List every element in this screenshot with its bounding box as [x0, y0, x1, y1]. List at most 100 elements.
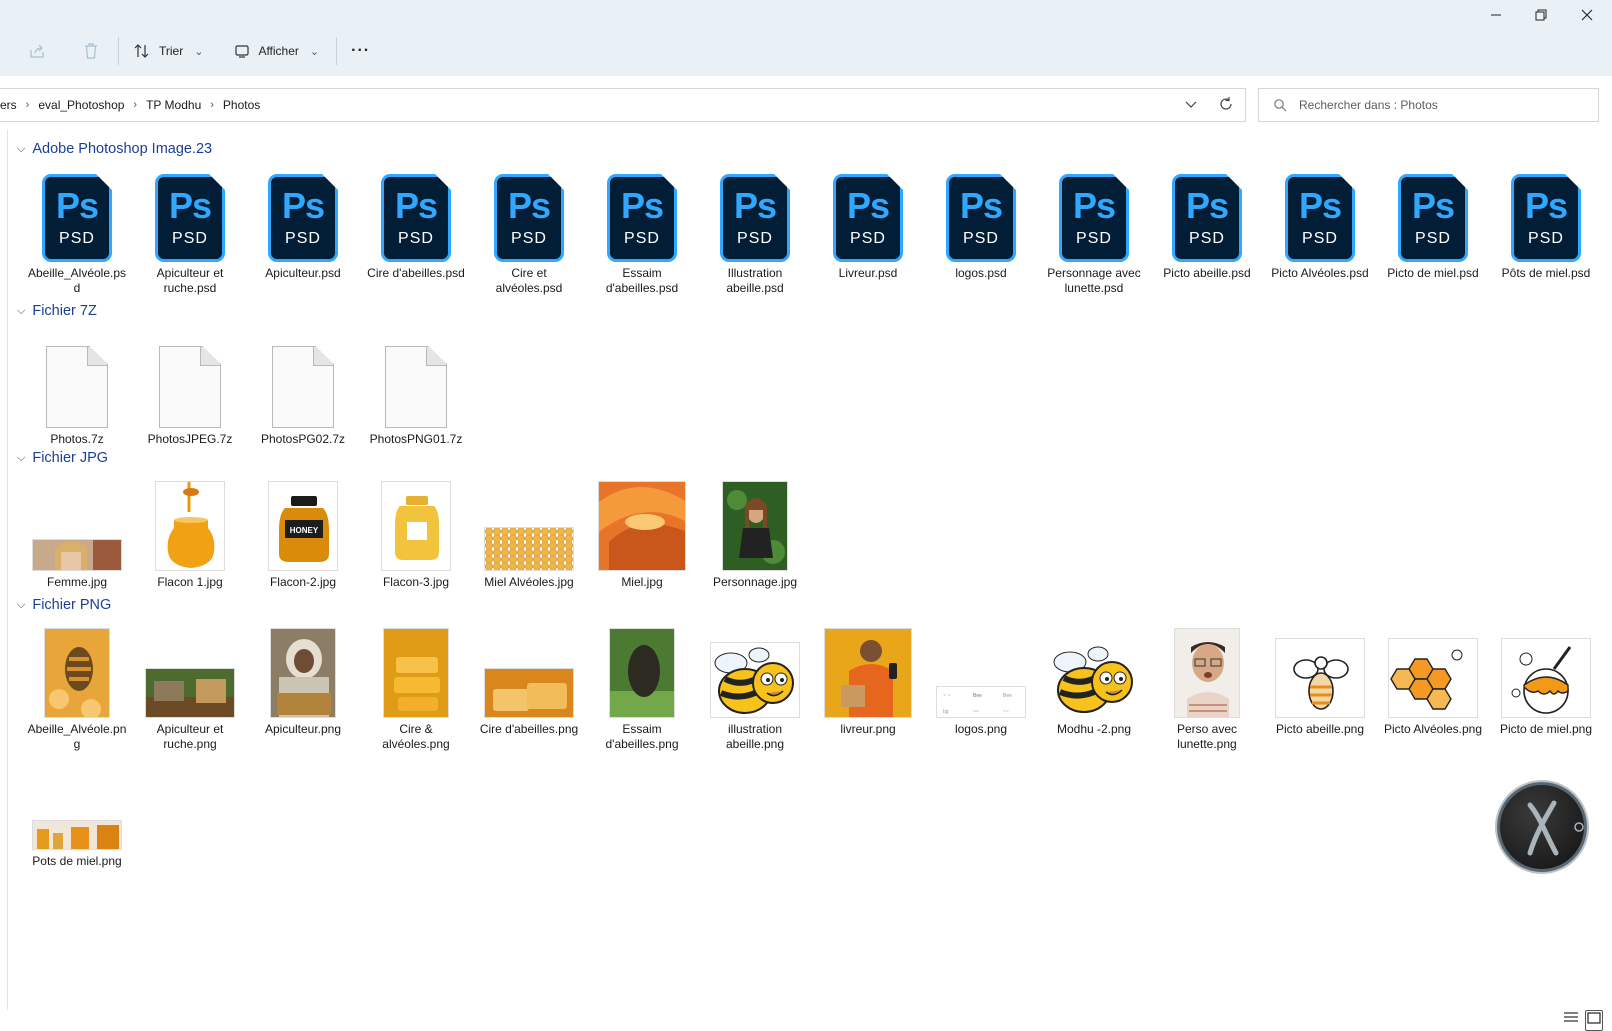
file-item[interactable]: Ps PSD Picto abeille.psd [1152, 166, 1262, 281]
photoshop-file-icon: Ps PSD [607, 174, 677, 262]
view-button[interactable]: Afficher ⌄ [226, 35, 330, 67]
file-item[interactable]: livreur.png [813, 622, 923, 737]
file-thumbnail: Ps PSD [700, 166, 810, 262]
file-item[interactable]: Personnage.jpg [700, 475, 810, 590]
file-item[interactable]: Picto abeille.png [1265, 622, 1375, 737]
file-item[interactable]: illustration abeille.png [700, 622, 810, 752]
thumbnails-view-button[interactable] [1585, 1010, 1603, 1031]
photoshop-file-icon: Ps PSD [381, 174, 451, 262]
trash-icon [85, 43, 97, 59]
file-item[interactable]: Femme.jpg [22, 475, 132, 590]
details-view-icon [1564, 1012, 1578, 1022]
file-thumbnail [1491, 622, 1601, 718]
file-item[interactable]: Ps PSD Picto de miel.psd [1378, 166, 1488, 281]
file-name: Picto Alvéoles.png [1383, 722, 1483, 736]
file-item[interactable]: Picto de miel.png [1491, 622, 1601, 737]
file-item[interactable]: Ps PSD Cire et alvéoles.psd [474, 166, 584, 296]
search-box[interactable]: Rechercher dans : Photos [1258, 88, 1599, 122]
breadcrumb-item[interactable]: ers [0, 98, 23, 112]
close-button[interactable] [1564, 0, 1610, 30]
photoshop-file-icon: Ps PSD [1511, 174, 1581, 262]
file-item[interactable]: Ps PSD Personnage avec lunette.psd [1039, 166, 1149, 296]
file-item[interactable]: Perso avec lunette.png [1152, 622, 1262, 752]
file-item[interactable]: Ps PSD Pôts de miel.psd [1491, 166, 1601, 281]
file-item[interactable]: ~ ~ Bee Bee bg ~~ ~~ logos.png [926, 622, 1036, 737]
file-name: Picto abeille.psd [1163, 266, 1251, 280]
file-name: Modhu -2.png [1056, 722, 1132, 736]
honeycomb-pictogram-thumbnail [1388, 638, 1478, 718]
file-item[interactable]: Essaim d'abeilles.png [587, 622, 697, 752]
share-button[interactable] [20, 35, 54, 67]
file-item[interactable]: Ps PSD Picto Alvéoles.psd [1265, 166, 1375, 281]
file-item[interactable]: Ps PSD Livreur.psd [813, 166, 923, 281]
minimize-button[interactable] [1473, 0, 1519, 30]
sort-button[interactable]: Trier ⌄ [125, 35, 214, 67]
chevron-right-icon[interactable]: › [130, 99, 140, 111]
file-thumbnail [361, 332, 471, 428]
breadcrumb-item[interactable]: TP Modhu [140, 98, 207, 112]
file-item[interactable]: Ps PSD Illustration abeille.psd [700, 166, 810, 296]
file-thumbnail: ~ ~ Bee Bee bg ~~ ~~ [926, 622, 1036, 718]
file-name: Cire d'abeilles.psd [367, 266, 465, 280]
file-item[interactable]: Apiculteur et ruche.png [135, 622, 245, 752]
file-item[interactable]: Ps PSD Cire d'abeilles.psd [361, 166, 471, 281]
refresh-button[interactable] [1218, 96, 1234, 117]
file-item[interactable]: Apiculteur.png [248, 622, 358, 737]
file-name: Apiculteur.psd [265, 266, 341, 280]
file-item[interactable]: Picto Alvéoles.png [1378, 622, 1488, 737]
photoshop-file-icon: Ps PSD [494, 174, 564, 262]
file-name: Apiculteur et ruche.png [156, 722, 224, 751]
file-item[interactable]: Photos.7z [22, 332, 132, 447]
file-item[interactable]: PhotosPNG01.7z [361, 332, 471, 447]
breadcrumb-item[interactable]: eval_Photoshop [32, 98, 130, 112]
file-item[interactable]: Miel Alvéoles.jpg [474, 475, 584, 590]
file-item[interactable]: Cire & alvéoles.png [361, 622, 471, 752]
file-thumbnail: Ps PSD [926, 166, 1036, 262]
address-dropdown-button[interactable] [1184, 97, 1198, 116]
file-item[interactable]: Cire d'abeilles.png [474, 622, 584, 737]
file-item[interactable]: Modhu -2.png [1039, 622, 1149, 737]
breadcrumb-item[interactable]: Photos [217, 98, 266, 112]
group-header-jpg[interactable]: ⌵ Fichier JPG [17, 450, 108, 466]
file-thumbnail: Ps PSD [813, 166, 923, 262]
file-thumbnail [700, 622, 810, 718]
details-view-button[interactable] [1563, 1010, 1579, 1031]
group-header-psd[interactable]: ⌵ Adobe Photoshop Image.23 [17, 141, 212, 157]
search-input[interactable]: Rechercher dans : Photos [1299, 98, 1438, 112]
group-title: Fichier 7Z [32, 303, 97, 319]
file-name: Essaim d'abeilles.png [605, 722, 679, 751]
honey-jar-photo-thumbnail: HONEY [268, 481, 338, 571]
group-header-7z[interactable]: ⌵ Fichier 7Z [17, 303, 97, 319]
file-item[interactable]: Ps PSD Apiculteur et ruche.psd [135, 166, 245, 296]
file-item[interactable]: Miel.jpg [587, 475, 697, 590]
file-item[interactable]: Abeille_Alvéole.png [22, 622, 132, 752]
file-thumbnail: Ps PSD [587, 166, 697, 262]
file-item[interactable]: Flacon 1.jpg [135, 475, 245, 590]
group-header-png[interactable]: ⌵ Fichier PNG [17, 597, 111, 613]
address-bar[interactable]: ers › eval_Photoshop › TP Modhu › Photos [0, 88, 1246, 122]
more-options-button[interactable]: ··· [343, 35, 378, 67]
file-item[interactable]: Flacon-3.jpg [361, 475, 471, 590]
floating-app-button[interactable] [1497, 782, 1587, 872]
file-thumbnail [1152, 622, 1262, 718]
file-item[interactable]: HONEY Flacon-2.jpg [248, 475, 358, 590]
file-item[interactable]: Ps PSD Essaim d'abeilles.psd [587, 166, 697, 296]
chevron-down-icon: ⌵ [17, 142, 26, 155]
delete-button[interactable] [74, 35, 108, 67]
chevron-right-icon[interactable]: › [23, 99, 33, 111]
file-item[interactable]: PhotosPG02.7z [248, 332, 358, 447]
file-item[interactable]: Pots de miel.png [22, 754, 132, 869]
file-item[interactable]: Ps PSD Apiculteur.psd [248, 166, 358, 281]
sort-icon [134, 44, 149, 58]
file-item[interactable]: Ps PSD logos.psd [926, 166, 1036, 281]
file-name: Miel Alvéoles.jpg [484, 575, 574, 589]
restore-button[interactable] [1518, 0, 1564, 30]
svg-text:~ ~: ~ ~ [943, 693, 950, 699]
file-name: Photos.7z [50, 432, 104, 446]
file-name: PhotosJPEG.7z [147, 432, 233, 446]
file-name: Miel.jpg [621, 575, 663, 589]
file-name: logos.png [954, 722, 1008, 736]
file-item[interactable]: PhotosJPEG.7z [135, 332, 245, 447]
file-item[interactable]: Ps PSD Abeille_Alvéole.psd [22, 166, 132, 296]
chevron-right-icon[interactable]: › [207, 99, 217, 111]
